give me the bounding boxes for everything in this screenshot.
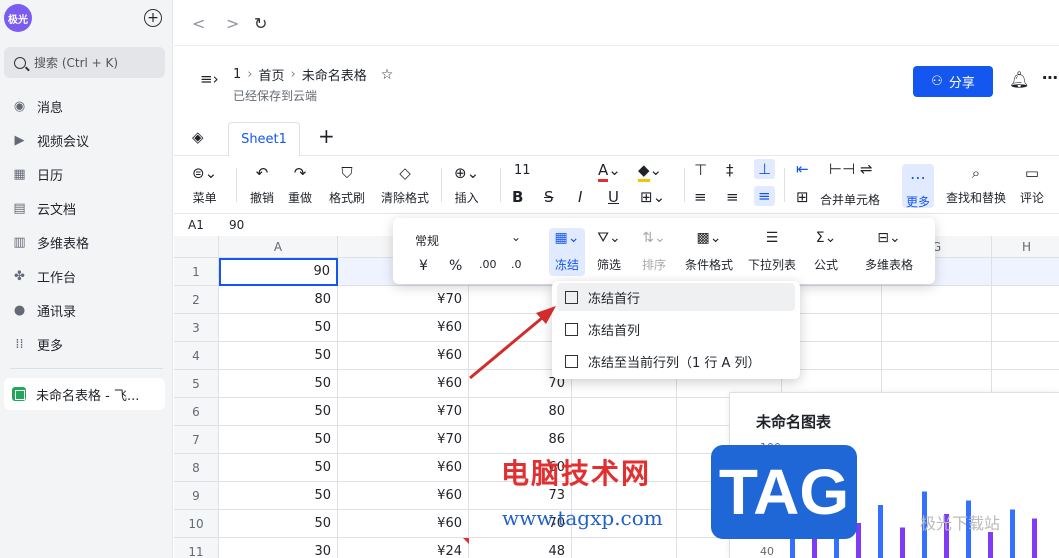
chart-bar — [878, 505, 883, 558]
tag-logo: TAG — [711, 445, 857, 539]
chart-bar — [1032, 518, 1037, 558]
chart-bar — [1010, 509, 1015, 558]
chart-bar — [900, 527, 905, 558]
site-watermark: 极光下载站 — [920, 514, 1001, 533]
watermark-url: www.tagxp.com — [502, 506, 663, 530]
watermark-text: 电脑技术网 — [501, 457, 652, 490]
chart-bar — [988, 532, 993, 558]
